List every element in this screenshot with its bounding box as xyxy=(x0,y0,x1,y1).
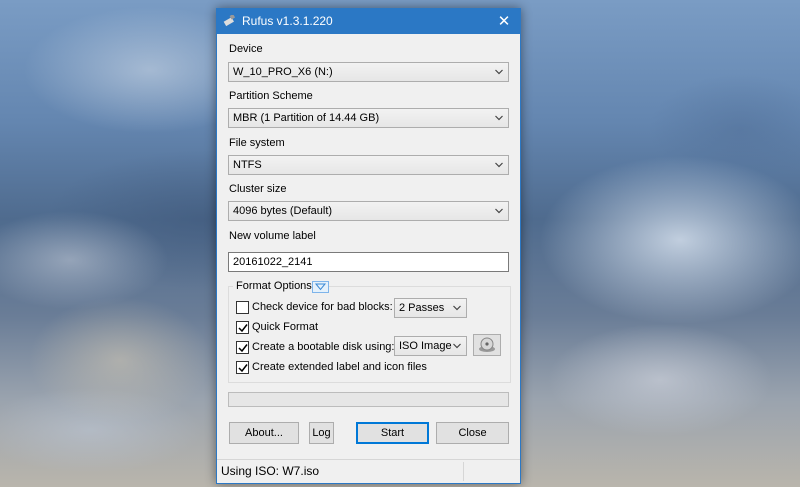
window-title: Rufus v1.3.1.220 xyxy=(242,14,333,28)
select-image-button[interactable] xyxy=(473,334,501,356)
device-select[interactable]: W_10_PRO_X6 (N:) xyxy=(228,62,509,82)
format-options-title: Format Options xyxy=(233,279,315,293)
chevron-down-icon xyxy=(495,162,503,168)
chevron-down-icon xyxy=(453,343,461,349)
volume-label-value: 20161022_2141 xyxy=(233,256,313,268)
passes-value: 2 Passes xyxy=(399,302,445,314)
extended-label-checkbox[interactable] xyxy=(236,361,249,374)
chevron-down-icon xyxy=(453,305,461,311)
status-text: Using ISO: W7.iso xyxy=(221,464,320,478)
usb-drive-icon xyxy=(223,15,236,27)
format-options-toggle[interactable] xyxy=(312,281,329,293)
status-divider xyxy=(463,462,464,481)
extended-label-label: Create extended label and icon files xyxy=(252,361,427,373)
log-button[interactable]: Log xyxy=(309,422,334,444)
cluster-label: Cluster size xyxy=(229,183,287,195)
boot-type-select[interactable]: ISO Image xyxy=(394,336,467,356)
passes-select[interactable]: 2 Passes xyxy=(394,298,467,318)
device-label: Device xyxy=(229,43,263,55)
about-button[interactable]: About... xyxy=(229,422,299,444)
bad-blocks-checkbox[interactable] xyxy=(236,301,249,314)
rufus-window: Rufus v1.3.1.220 ✕ Device W_10_PRO_X6 (N… xyxy=(216,8,521,484)
bad-blocks-label: Check device for bad blocks: xyxy=(252,301,393,313)
start-button[interactable]: Start xyxy=(356,422,429,444)
filesystem-value: NTFS xyxy=(233,159,262,171)
window-body: Device W_10_PRO_X6 (N:) Partition Scheme… xyxy=(217,34,520,483)
close-button[interactable]: Close xyxy=(436,422,509,444)
progress-bar xyxy=(228,392,509,407)
boot-type-value: ISO Image xyxy=(399,340,452,352)
disk-image-icon xyxy=(479,337,495,352)
chevron-down-icon xyxy=(495,69,503,75)
filesystem-label: File system xyxy=(229,137,285,149)
bootable-checkbox[interactable] xyxy=(236,341,249,354)
chevron-down-icon xyxy=(495,115,503,121)
device-value: W_10_PRO_X6 (N:) xyxy=(233,66,333,78)
cluster-select[interactable]: 4096 bytes (Default) xyxy=(228,201,509,221)
chevron-down-icon xyxy=(314,283,327,291)
quick-format-label: Quick Format xyxy=(252,321,319,333)
status-bar: Using ISO: W7.iso xyxy=(217,459,520,483)
partition-label: Partition Scheme xyxy=(229,90,313,102)
quick-format-checkbox[interactable] xyxy=(236,321,249,334)
close-icon[interactable]: ✕ xyxy=(488,9,520,34)
volume-label: New volume label xyxy=(229,230,316,242)
bootable-label: Create a bootable disk using: xyxy=(252,341,395,353)
title-bar[interactable]: Rufus v1.3.1.220 ✕ xyxy=(217,9,520,34)
volume-label-input[interactable]: 20161022_2141 xyxy=(228,252,509,272)
filesystem-select[interactable]: NTFS xyxy=(228,155,509,175)
chevron-down-icon xyxy=(495,208,503,214)
cluster-value: 4096 bytes (Default) xyxy=(233,205,333,217)
partition-select[interactable]: MBR (1 Partition of 14.44 GB) xyxy=(228,108,509,128)
partition-value: MBR (1 Partition of 14.44 GB) xyxy=(233,112,380,124)
